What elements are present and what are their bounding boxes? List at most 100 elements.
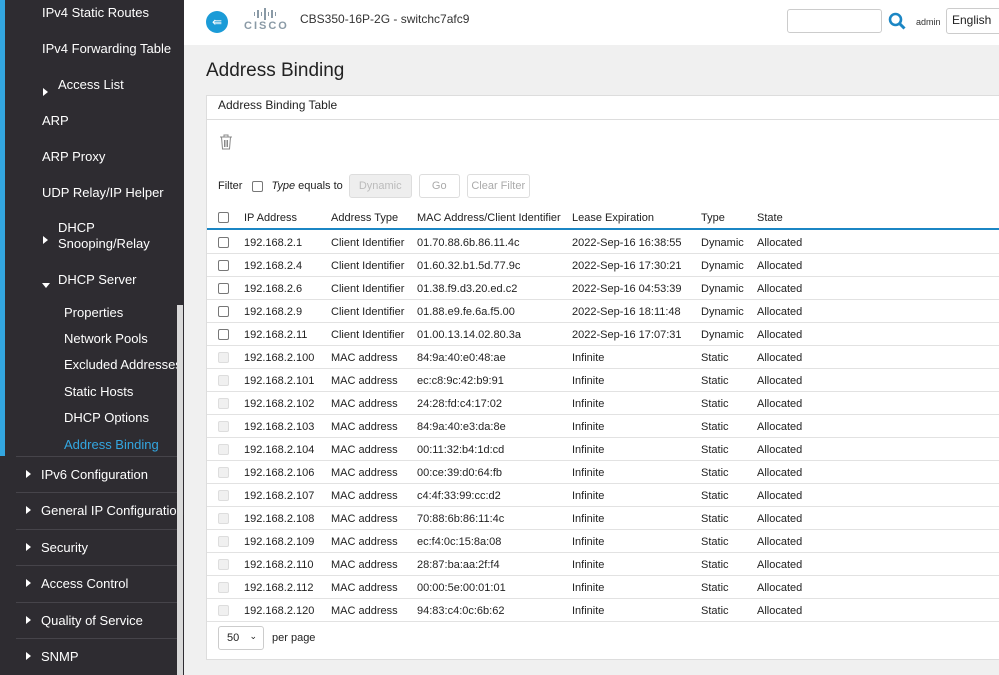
table-row[interactable]: 192.168.2.112 MAC address 00:00:5e:00:01:0… bbox=[207, 576, 999, 599]
cell: 01.00.13.14.02.80.3a bbox=[417, 329, 521, 341]
cell: 2022-Sep-16 04:53:39 bbox=[572, 283, 682, 295]
cell: Dynamic bbox=[701, 237, 744, 249]
table-row[interactable]: 192.168.2.110 MAC address 28:87:ba:aa:2f:f… bbox=[207, 553, 999, 576]
device-name: CBS350-16P-2G - switchc7afc9 bbox=[300, 12, 470, 26]
cell: Static bbox=[701, 536, 729, 548]
language-select[interactable]: English bbox=[946, 8, 999, 34]
cell: Static bbox=[701, 398, 729, 410]
table-row[interactable]: 192.168.2.6 Client Identifier 01.38.f9.d3.… bbox=[207, 277, 999, 300]
cell: 192.168.2.103 bbox=[244, 421, 315, 433]
table-row[interactable]: 192.168.2.100 MAC address 84:9a:40:e0:48:a… bbox=[207, 346, 999, 369]
divider bbox=[16, 492, 178, 493]
column-header[interactable]: State bbox=[757, 212, 783, 224]
cell: Allocated bbox=[757, 375, 803, 387]
column-header[interactable]: Lease Expiration bbox=[572, 212, 654, 224]
sidebar-item[interactable]: UDP Relay/IP Helper bbox=[42, 185, 164, 201]
trash-icon[interactable] bbox=[219, 134, 233, 150]
sidebar-section[interactable]: IPv6 Configuration bbox=[41, 467, 148, 483]
table-row[interactable]: 192.168.2.104 MAC address 00:11:32:b4:1d:c… bbox=[207, 438, 999, 461]
sidebar-subitem[interactable]: Excluded Addresses bbox=[64, 357, 182, 373]
caret-right-icon[interactable] bbox=[43, 236, 48, 244]
caret-right-icon[interactable] bbox=[26, 470, 31, 478]
sidebar-section[interactable]: Quality of Service bbox=[41, 613, 143, 629]
filter-label: Filter bbox=[218, 180, 243, 192]
row-checkbox[interactable] bbox=[218, 260, 229, 271]
sidebar-section[interactable]: Access Control bbox=[41, 576, 128, 592]
cell: Infinite bbox=[572, 582, 605, 594]
sidebar-item[interactable]: DHCP Snooping/Relay bbox=[58, 220, 168, 252]
table-row[interactable]: 192.168.2.120 MAC address 94:83:c4:0c:6b:6… bbox=[207, 599, 999, 622]
table-row[interactable]: 192.168.2.107 MAC address c4:4f:33:99:cc:d… bbox=[207, 484, 999, 507]
cell: 2022-Sep-16 17:30:21 bbox=[572, 260, 682, 272]
sidebar-subitem[interactable]: Network Pools bbox=[64, 331, 148, 347]
cell: MAC address bbox=[331, 398, 398, 410]
sidebar-item[interactable]: ARP bbox=[42, 113, 69, 129]
cell: 192.168.2.120 bbox=[244, 605, 315, 617]
sidebar-section[interactable]: General IP Configuration bbox=[41, 503, 184, 519]
column-header[interactable]: Address Type bbox=[331, 212, 398, 224]
sidebar-section[interactable]: Security bbox=[41, 540, 88, 556]
caret-down-icon[interactable] bbox=[42, 283, 50, 288]
sidebar-item[interactable]: ARP Proxy bbox=[42, 149, 105, 165]
menu-toggle-icon[interactable]: ⇚ bbox=[206, 11, 228, 33]
table-row[interactable]: 192.168.2.11 Client Identifier 01.00.13.14… bbox=[207, 323, 999, 346]
row-checkbox[interactable] bbox=[218, 283, 229, 294]
column-header[interactable]: MAC Address/Client Identifier bbox=[417, 212, 561, 224]
sidebar-item[interactable]: Access List bbox=[58, 77, 124, 93]
table-row[interactable]: 192.168.2.108 MAC address 70:88:6b:86:11:4… bbox=[207, 507, 999, 530]
sidebar-subitem[interactable]: Properties bbox=[64, 305, 123, 321]
table-row[interactable]: 192.168.2.103 MAC address 84:9a:40:e3:da:8… bbox=[207, 415, 999, 438]
table-row[interactable]: 192.168.2.106 MAC address 00:ce:39:d0:64:f… bbox=[207, 461, 999, 484]
table-row[interactable]: 192.168.2.9 Client Identifier 01.88.e9.fe.… bbox=[207, 300, 999, 323]
caret-right-icon[interactable] bbox=[26, 616, 31, 624]
filter-type-select[interactable]: Dynamic bbox=[348, 174, 412, 198]
caret-right-icon[interactable] bbox=[26, 652, 31, 660]
cell: Static bbox=[701, 490, 729, 502]
table-row[interactable]: 192.168.2.102 MAC address 24:28:fd:c4:17:0… bbox=[207, 392, 999, 415]
sidebar-item[interactable]: IPv4 Static Routes bbox=[42, 5, 149, 21]
search-input[interactable] bbox=[787, 9, 882, 33]
table-row[interactable]: 192.168.2.4 Client Identifier 01.60.32.b1.… bbox=[207, 254, 999, 277]
column-header[interactable]: IP Address bbox=[244, 212, 297, 224]
cell: Dynamic bbox=[701, 283, 744, 295]
cell: Infinite bbox=[572, 421, 605, 433]
table-row[interactable]: 192.168.2.1 Client Identifier 01.70.88.6b.… bbox=[207, 231, 999, 254]
caret-right-icon[interactable] bbox=[26, 506, 31, 514]
caret-right-icon[interactable] bbox=[43, 88, 48, 96]
cell: Allocated bbox=[757, 536, 803, 548]
column-header[interactable]: Type bbox=[701, 212, 725, 224]
cell: 2022-Sep-16 17:07:31 bbox=[572, 329, 682, 341]
cell: 01.70.88.6b.86.11.4c bbox=[417, 237, 520, 249]
clear-filter-button[interactable]: Clear Filter bbox=[466, 174, 530, 198]
cell: 192.168.2.6 bbox=[244, 283, 303, 295]
sidebar-subitem[interactable]: DHCP Options bbox=[64, 410, 149, 426]
search-icon[interactable] bbox=[888, 12, 906, 30]
card-title: Address Binding Table bbox=[218, 98, 338, 112]
cell: 01.38.f9.d3.20.ed.c2 bbox=[417, 283, 518, 295]
cell: Static bbox=[701, 375, 729, 387]
row-checkbox[interactable] bbox=[218, 237, 229, 248]
select-all-checkbox[interactable] bbox=[218, 212, 229, 223]
go-button[interactable]: Go bbox=[418, 174, 460, 198]
table-row[interactable]: 192.168.2.101 MAC address ec:c8:9c:42:b9:9… bbox=[207, 369, 999, 392]
cell: Static bbox=[701, 513, 729, 525]
user-name[interactable]: admin bbox=[916, 17, 941, 27]
caret-right-icon[interactable] bbox=[26, 579, 31, 587]
cell: Infinite bbox=[572, 559, 605, 571]
sidebar-section[interactable]: SNMP bbox=[41, 649, 79, 665]
cell: Dynamic bbox=[701, 260, 744, 272]
row-checkbox[interactable] bbox=[218, 329, 229, 340]
cell: 00:ce:39:d0:64:fb bbox=[417, 467, 503, 479]
table-row[interactable]: 192.168.2.109 MAC address ec:f4:0c:15:8a:0… bbox=[207, 530, 999, 553]
cell: Infinite bbox=[572, 605, 605, 617]
sidebar-subitem[interactable]: Static Hosts bbox=[64, 384, 133, 400]
per-page-select[interactable]: 50 ⌄ bbox=[218, 626, 264, 650]
table-header: IP Address Address Type MAC Address/Clie… bbox=[207, 206, 999, 230]
sidebar-scrollbar[interactable] bbox=[177, 305, 183, 675]
sidebar-subitem[interactable]: Address Binding bbox=[64, 437, 159, 453]
sidebar-item[interactable]: DHCP Server bbox=[58, 272, 137, 288]
filter-checkbox[interactable] bbox=[252, 180, 264, 192]
row-checkbox[interactable] bbox=[218, 306, 229, 317]
caret-right-icon[interactable] bbox=[26, 543, 31, 551]
sidebar-item[interactable]: IPv4 Forwarding Table bbox=[42, 41, 171, 57]
